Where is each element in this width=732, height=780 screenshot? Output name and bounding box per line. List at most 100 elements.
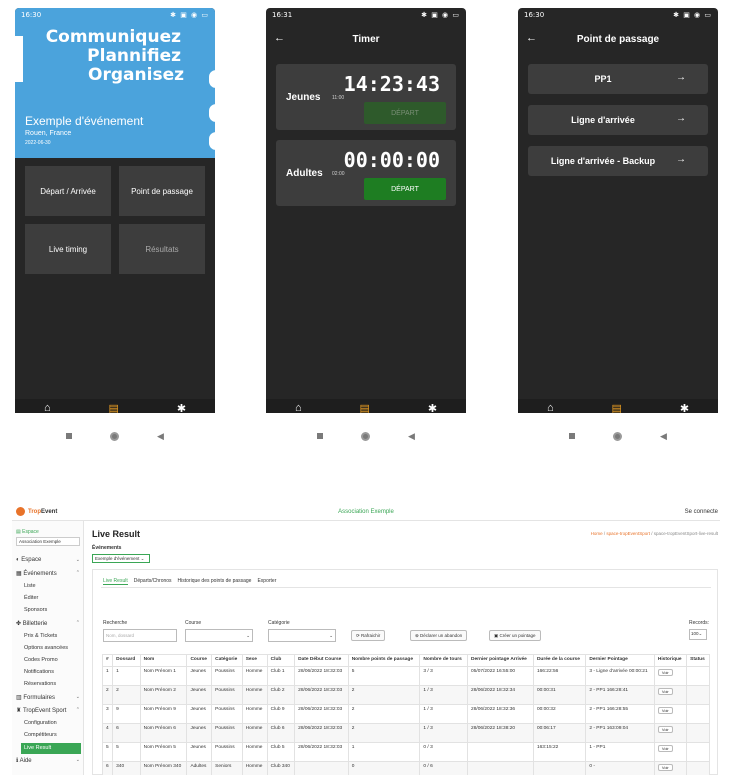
sidebar-item-aide[interactable]: ℹ Aide ⌄	[16, 757, 82, 764]
breadcrumb-mid[interactable]: space-tropEventSport	[606, 531, 650, 536]
historique-cell: Voir	[653, 666, 688, 686]
voir-button[interactable]: Voir	[657, 707, 673, 714]
voir-button[interactable]: Voir	[657, 764, 673, 771]
phone-screen: 16:31 ✱ ▣ ◉ ▭ ← Timer Jeunes 11:00 14:23…	[266, 8, 466, 413]
chevron-down-icon: ⌄	[75, 694, 80, 700]
back-triangle-icon[interactable]: ◀	[660, 431, 667, 442]
voir-button[interactable]: Voir	[657, 745, 673, 752]
table-cell: Club 5	[266, 742, 296, 762]
col-header[interactable]: Dernier Pointage	[585, 654, 655, 667]
table-cell: 340	[112, 761, 141, 775]
col-header[interactable]: Dernier pointage Arrivée	[467, 654, 534, 667]
col-header[interactable]: Durée de la course	[532, 654, 587, 667]
sidebar-item-live-result[interactable]: Live Result	[21, 743, 81, 754]
sidebar-subitem[interactable]: Éditer	[24, 595, 38, 601]
table-cell: 0	[347, 761, 421, 775]
timer-start-time: 02:00	[332, 171, 345, 177]
col-header[interactable]: Historique	[653, 654, 688, 667]
checkpoint-item[interactable]: PP1 →	[528, 64, 708, 94]
records-select[interactable]: 100⌄	[689, 629, 707, 640]
home-circle-icon[interactable]	[613, 431, 623, 441]
checkpoint-label: Ligne d'arrivée	[571, 115, 635, 125]
tab-historique[interactable]: Historique des points de passage	[178, 578, 252, 585]
decor-bubble	[209, 104, 215, 122]
recherche-label: Recherche	[103, 620, 128, 626]
col-header[interactable]: #	[101, 654, 114, 667]
col-header[interactable]: Catégorie	[211, 654, 243, 667]
breadcrumb-home[interactable]: Home	[591, 531, 603, 536]
book-icon[interactable]: ▤	[109, 402, 119, 414]
voir-button[interactable]: Voir	[657, 688, 673, 695]
refresh-button[interactable]: ⟳ Rafraichir	[351, 630, 386, 641]
sidebar-subitem[interactable]: Sponsors	[24, 607, 47, 613]
voir-button[interactable]: Voir	[657, 726, 673, 733]
book-icon[interactable]: ▤	[612, 402, 622, 414]
sidebar-item-formulaires[interactable]: ▥ Formulaires ⌄	[16, 694, 82, 701]
abandon-button[interactable]: ⊗ Déclarer un abandon	[410, 630, 468, 641]
book-icon[interactable]: ▤	[360, 402, 370, 414]
sidebar-item-espace[interactable]: ◐ Espace ⌄	[16, 557, 82, 563]
col-header[interactable]: Course	[186, 654, 213, 667]
depart-button[interactable]: DÉPART	[364, 178, 446, 200]
tab-live-result[interactable]: Live Result	[103, 578, 128, 585]
sidebar-item-billetterie[interactable]: ✤ Billetterie ⌃	[16, 620, 82, 627]
home-icon[interactable]: ⌂	[44, 402, 51, 413]
col-header[interactable]: Date Début Course	[294, 654, 349, 667]
table-header-row: # Dossard Nom Course Catégorie Sexe Club…	[101, 654, 710, 667]
tab-exporter[interactable]: Exporter	[257, 578, 276, 585]
table-cell: 0 -	[585, 761, 655, 775]
back-triangle-icon[interactable]: ◀	[408, 431, 415, 442]
recents-icon[interactable]	[569, 433, 576, 439]
col-header[interactable]: Nombre de tours	[419, 654, 469, 667]
page-title: Live Result	[92, 529, 141, 539]
search-input[interactable]: Nom, dossard	[103, 629, 177, 642]
status-time: 16:30	[524, 11, 545, 19]
tile-depart-arrivee[interactable]: Départ / Arrivée	[25, 166, 111, 216]
recents-icon[interactable]	[317, 433, 324, 439]
home-icon[interactable]: ⌂	[547, 402, 554, 413]
tile-resultats[interactable]: Résultats	[119, 224, 205, 274]
gear-icon[interactable]: ✱	[680, 402, 689, 414]
col-header[interactable]: Nombre points de passage	[347, 654, 421, 667]
sidebar-subitem[interactable]: Codes Promo	[24, 657, 58, 663]
checkpoint-item[interactable]: Ligne d'arrivée - Backup →	[528, 146, 708, 176]
sidebar-item-tropevent-sport[interactable]: ♜ TropEvent Sport ⌃	[16, 707, 82, 714]
sidebar-subitem[interactable]: Réservations	[24, 681, 56, 687]
recents-icon[interactable]	[66, 433, 73, 439]
checkpoint-item[interactable]: Ligne d'arrivée →	[528, 105, 708, 135]
home-circle-icon[interactable]	[110, 431, 120, 441]
live-result-panel: Live Result Départs/Chronos Historique d…	[92, 569, 718, 775]
espace-select[interactable]: Association Exemple	[16, 537, 80, 546]
gear-icon[interactable]: ✱	[177, 402, 186, 414]
col-header[interactable]: Status	[686, 654, 710, 667]
voir-button[interactable]: Voir	[657, 669, 673, 676]
course-select[interactable]: ⌄	[185, 629, 253, 642]
back-triangle-icon[interactable]: ◀	[157, 431, 164, 442]
col-header[interactable]: Dossard	[112, 654, 141, 667]
tile-live-timing[interactable]: Live timing	[25, 224, 111, 274]
sidebar-subitem[interactable]: Configuration	[24, 720, 57, 726]
events-select[interactable]: Exemple d'événement ⌄	[92, 554, 150, 563]
home-circle-icon[interactable]	[361, 431, 371, 441]
depart-button[interactable]: DÉPART	[364, 102, 446, 124]
association-title: Association Exemple	[338, 509, 394, 515]
categorie-select[interactable]: ⌄	[268, 629, 336, 642]
sidebar-subitem[interactable]: Compétiteurs	[24, 732, 57, 738]
tab-departs-chronos[interactable]: Départs/Chronos	[134, 578, 172, 585]
sidebar-subitem[interactable]: Liste	[24, 583, 36, 589]
home-icon[interactable]: ⌂	[295, 402, 302, 413]
table-cell: 9	[112, 704, 141, 724]
sidebar-subitem[interactable]: Options avancées	[24, 645, 68, 651]
login-link[interactable]: Se connecte	[685, 509, 718, 515]
tile-point-de-passage[interactable]: Point de passage	[119, 166, 205, 216]
pointage-button[interactable]: ▣ Créer un pointage	[489, 630, 541, 641]
sidebar-subitem[interactable]: Notifications	[24, 669, 54, 675]
col-header[interactable]: Club	[266, 654, 296, 667]
sidebar-item-evenements[interactable]: ▦ Événements ⌃	[16, 570, 82, 577]
gear-icon[interactable]: ✱	[428, 402, 437, 414]
col-header[interactable]: Sexe	[241, 654, 268, 667]
sidebar-subitem[interactable]: Prix & Tickets	[24, 633, 57, 639]
col-header[interactable]: Nom	[139, 654, 188, 667]
table-cell: Poussins	[211, 723, 243, 743]
phone-screen: 16:30 ✱ ▣ ◉ ▭ ← Point de passage PP1 → L…	[518, 8, 718, 413]
